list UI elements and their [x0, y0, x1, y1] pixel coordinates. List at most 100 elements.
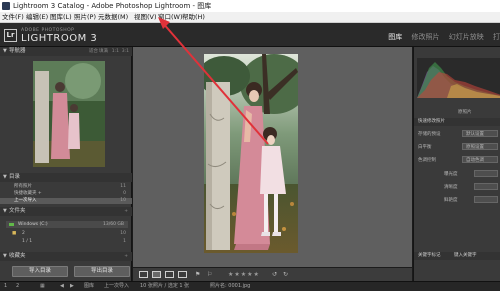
folder-label: 2 [22, 231, 25, 236]
filmstrip-source-module[interactable]: 图库 [84, 282, 94, 291]
filmstrip-grid-icon[interactable]: ▦ [40, 282, 45, 291]
module-picker: 图库 修改照片 幻灯片放映 打 [381, 32, 500, 42]
catalog-row-count: 10 [120, 198, 126, 203]
menu-bar: 文件(F) 编辑(E) 图库(L) 照片(P) 元数据(M) 视图(V) 窗口(… [0, 12, 500, 23]
loupe-view[interactable] [133, 47, 412, 267]
auto-tone-button[interactable]: 自动色调 [462, 156, 498, 163]
menu-file[interactable]: 文件(F) [2, 12, 24, 23]
zoom-fill[interactable]: 填满 [99, 47, 108, 56]
module-print[interactable]: 打 [493, 32, 500, 42]
menu-photo[interactable]: 照片(P) [74, 12, 96, 23]
photo-image [204, 54, 298, 253]
drive-row[interactable]: Windows (C:) 13/60 GB [6, 221, 128, 228]
filmstrip-source[interactable]: 上一次导入 [104, 282, 129, 291]
filmstrip-bar: 1 2 ▦ ◀ ▶ 图库 上一次导入 10 张照片 / 选定 1 张 照片名: … [0, 281, 500, 291]
main-photo[interactable] [204, 54, 298, 253]
menu-help[interactable]: 帮助(H) [182, 12, 205, 23]
flag-pick-icon[interactable]: ⚑ [195, 271, 200, 278]
add-folder-icon[interactable]: + [124, 207, 128, 216]
exposure-stepper[interactable] [474, 170, 498, 177]
filmstrip-count: 10 张照片 / 选定 1 张 [140, 283, 190, 289]
folder-count: 10 [120, 231, 126, 236]
quick-develop-header[interactable]: 快速修改照片 [414, 118, 500, 126]
keywording-header[interactable]: 关键字标记 键入关键字 [414, 252, 500, 260]
window-title: Lightroom 3 Catalog - Adobe Photoshop Li… [13, 2, 212, 10]
drive-info: 13/60 GB [103, 222, 124, 227]
folder-label: 1 / 1 [22, 239, 33, 244]
folders-header[interactable]: ▼ 文件夹 + [0, 207, 132, 216]
secondary-monitor-2[interactable]: 2 [16, 282, 19, 291]
collections-header[interactable]: ▼ 收藏夹 + [0, 252, 132, 261]
module-library[interactable]: 图库 [388, 32, 402, 42]
secondary-monitor-1[interactable]: 1 [4, 282, 7, 291]
keywording-input[interactable]: 键入关键字 [454, 252, 477, 260]
catalog-row-last-import[interactable]: 上一次导入 10 [0, 198, 132, 204]
vibrance-label: 鲜艳度 [444, 198, 458, 203]
folders-title: 文件夹 [9, 208, 26, 214]
flag-reject-icon[interactable]: ⚐ [207, 271, 212, 278]
preset-select[interactable]: 默认设置 [462, 130, 498, 137]
title-bar: Lightroom 3 Catalog - Adobe Photoshop Li… [0, 0, 500, 12]
left-panel: ▼ 导航器 适合 填满 1:1 3:1 ▼ 目录 所有照片 11 快捷收藏夹 +… [0, 47, 132, 281]
menu-window[interactable]: 窗口(W) [158, 12, 183, 23]
folder-count: 1 [123, 239, 126, 244]
loupe-view-icon[interactable] [152, 271, 161, 278]
bottom-toolbar: ⚑ ⚐ ★★★★★ ↺ ↻ [133, 267, 412, 281]
vibrance-stepper[interactable] [474, 196, 498, 203]
app-icon [2, 2, 10, 10]
exposure-label: 曝光度 [444, 172, 458, 177]
histogram-label: 原照片 [458, 110, 472, 115]
drive-status-icon [9, 223, 14, 226]
brand-big: LIGHTROOM 3 [21, 33, 98, 44]
histogram [417, 58, 500, 98]
collapse-triangle-icon: ▼ [3, 208, 7, 214]
zoom-3-1[interactable]: 3:1 [122, 47, 129, 56]
add-collection-icon[interactable]: + [124, 252, 128, 261]
keywording-title: 关键字标记 [418, 253, 441, 258]
filmstrip-back-icon[interactable]: ◀ [60, 282, 64, 291]
menu-library[interactable]: 图库(L) [50, 12, 72, 23]
folder-row[interactable]: 1 / 1 1 [0, 239, 132, 245]
grid-view-icon[interactable] [139, 271, 148, 278]
catalog-row-all[interactable]: 所有照片 11 [0, 184, 132, 190]
catalog-row-label: 快捷收藏夹 + [14, 191, 42, 196]
import-button[interactable]: 导入目录 [12, 266, 68, 277]
navigator-title: 导航器 [9, 48, 26, 54]
lightroom-logo: Lr [4, 29, 17, 42]
filmstrip-forward-icon[interactable]: ▶ [70, 282, 74, 291]
clarity-stepper[interactable] [474, 183, 498, 190]
survey-view-icon[interactable] [178, 271, 187, 278]
folder-row[interactable]: ■ 2 10 [0, 231, 132, 237]
white-balance-select[interactable]: 原照设置 [462, 143, 498, 150]
catalog-row-label: 上一次导入 [14, 198, 37, 203]
catalog-row-count: 11 [120, 184, 126, 189]
rating-stars[interactable]: ★★★★★ [228, 271, 260, 278]
catalog-header[interactable]: ▼ 目录 [0, 173, 132, 182]
auto-tone-value: 自动色调 [466, 158, 484, 163]
collapse-triangle-icon: ▼ [3, 253, 7, 259]
module-develop[interactable]: 修改照片 [412, 32, 440, 42]
export-button[interactable]: 导出目录 [74, 266, 130, 277]
menu-view[interactable]: 视图(V) [134, 12, 157, 23]
module-slideshow[interactable]: 幻灯片放映 [449, 32, 484, 42]
zoom-fit[interactable]: 适合 [89, 47, 98, 56]
tone-control-label: 色调控制 [418, 158, 436, 163]
compare-view-icon[interactable] [165, 271, 174, 278]
lightroom-window: Lightroom 3 Catalog - Adobe Photoshop Li… [0, 0, 500, 291]
navigator-preview[interactable] [33, 61, 105, 167]
histogram-graph [417, 62, 500, 98]
collapse-triangle-icon: ▼ [3, 174, 7, 180]
catalog-title: 目录 [9, 174, 21, 180]
menu-metadata[interactable]: 元数据(M) [98, 12, 128, 23]
rotate-right-icon[interactable]: ↻ [283, 271, 288, 278]
preset-label: 存储的预设 [418, 132, 441, 137]
filmstrip-filename: 照片名: 0001.jpg [210, 283, 251, 289]
zoom-1-1[interactable]: 1:1 [112, 47, 119, 56]
menu-edit[interactable]: 编辑(E) [26, 12, 48, 23]
navigator-header[interactable]: ▼ 导航器 适合 填满 1:1 3:1 [0, 47, 132, 56]
catalog-row-quick[interactable]: 快捷收藏夹 + 0 [0, 191, 132, 197]
rotate-left-icon[interactable]: ↺ [272, 271, 277, 278]
folder-icon: ■ [12, 231, 17, 236]
white-balance-value: 原照设置 [466, 145, 484, 150]
identity-plate: Lr ADOBE PHOTOSHOP LIGHTROOM 3 图库 修改照片 幻… [0, 23, 500, 47]
